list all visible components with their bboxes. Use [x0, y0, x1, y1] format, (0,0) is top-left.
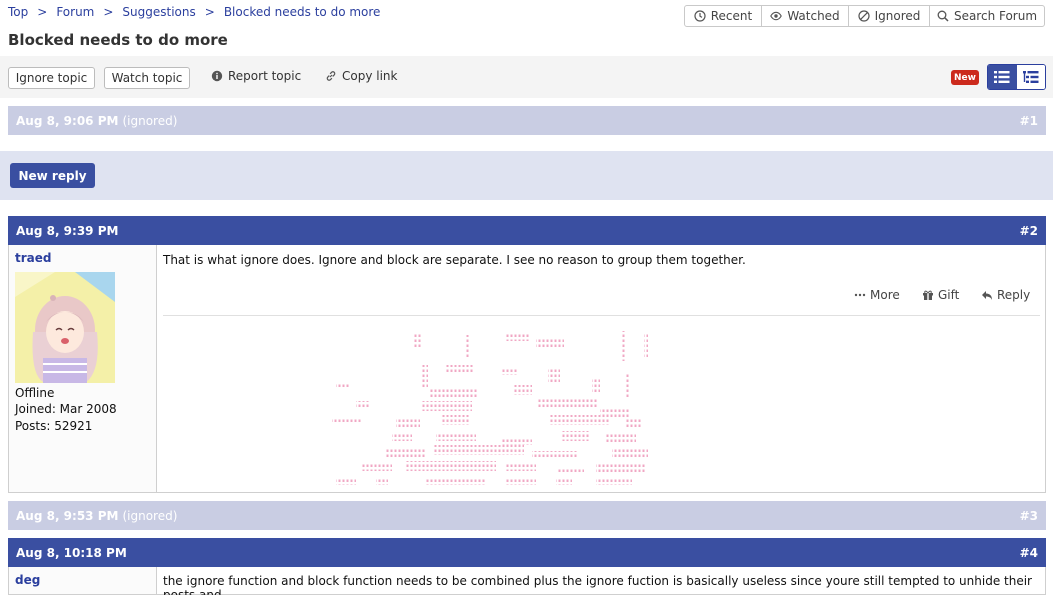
clock-icon — [694, 10, 706, 22]
reply-arrow-icon — [982, 291, 992, 300]
breadcrumb: Top > Forum > Suggestions > Blocked need… — [8, 5, 380, 19]
more-button[interactable]: More — [854, 288, 900, 302]
post-timestamp: Aug 8, 9:39 PM — [16, 223, 119, 238]
copy-link-link[interactable]: Copy link — [325, 69, 397, 83]
author-panel: traed Offline Joined: Mar 2008 Posts: 52… — [9, 245, 157, 492]
avatar[interactable] — [15, 272, 115, 383]
breadcrumb-forum[interactable]: Forum — [56, 5, 94, 19]
signature-divider — [163, 315, 1040, 316]
breadcrumb-separator: > — [204, 5, 215, 19]
eye-icon — [770, 11, 783, 21]
post-header-1[interactable]: Aug 8, 9:06 PM (ignored) #1 — [8, 106, 1046, 135]
recent-label: Recent — [710, 9, 753, 23]
breadcrumb-separator: > — [103, 5, 114, 19]
report-topic-link[interactable]: Report topic — [211, 69, 301, 83]
post-timestamp: Aug 8, 10:18 PM — [16, 545, 127, 560]
post-number[interactable]: #4 — [1020, 546, 1038, 560]
recent-button[interactable]: Recent — [685, 6, 762, 26]
post-header-4: Aug 8, 10:18 PM #4 — [8, 538, 1046, 567]
topic-action-bar: Ignore topic Watch topic Report topic Co… — [0, 56, 1053, 98]
view-mode-toggle — [987, 64, 1046, 90]
watched-label: Watched — [787, 9, 840, 23]
author-name[interactable]: deg — [15, 573, 40, 587]
reply-toolbar: New reply — [0, 151, 1053, 200]
new-badge[interactable]: New — [951, 70, 979, 85]
post-timestamp: Aug 8, 9:06 PM — [16, 113, 119, 128]
gift-button[interactable]: Gift — [922, 288, 959, 302]
author-joined: Joined: Mar 2008 — [15, 402, 117, 416]
post-meta: Aug 8, 9:53 PM (ignored) — [16, 509, 177, 523]
more-label: More — [870, 288, 900, 302]
post-meta: Aug 8, 9:06 PM (ignored) — [16, 114, 177, 128]
watched-button[interactable]: Watched — [762, 6, 849, 26]
ignored-label: Ignored — [874, 9, 921, 23]
reply-button[interactable]: Reply — [981, 288, 1030, 302]
author-panel: deg — [9, 567, 157, 594]
gift-label: Gift — [938, 288, 960, 302]
post-number[interactable]: #1 — [1020, 114, 1038, 128]
breadcrumb-separator: > — [37, 5, 48, 19]
post-content: That is what ignore does. Ignore and blo… — [163, 253, 746, 267]
author-post-count: Posts: 52921 — [15, 419, 93, 433]
copy-link-label: Copy link — [342, 69, 398, 83]
page-title: Blocked needs to do more — [8, 31, 228, 49]
ban-icon — [858, 10, 870, 22]
post-timestamp: Aug 8, 9:53 PM — [16, 508, 119, 523]
search-icon — [937, 10, 949, 22]
gift-icon — [923, 290, 933, 300]
report-topic-label: Report topic — [228, 69, 302, 83]
list-icon — [994, 71, 1010, 83]
new-reply-button[interactable]: New reply — [10, 163, 95, 188]
link-icon — [326, 71, 336, 81]
breadcrumb-suggestions[interactable]: Suggestions — [122, 5, 195, 19]
breadcrumb-current[interactable]: Blocked needs to do more — [224, 5, 381, 19]
tree-list-icon — [1022, 71, 1039, 83]
post-content: the ignore function and block function n… — [163, 574, 1032, 595]
ignored-button[interactable]: Ignored — [849, 6, 930, 26]
breadcrumb-top[interactable]: Top — [8, 5, 28, 19]
post-header-3[interactable]: Aug 8, 9:53 PM (ignored) #3 — [8, 501, 1046, 530]
post-header-2: Aug 8, 9:39 PM #2 — [8, 216, 1046, 245]
post-4: deg the ignore function and block functi… — [8, 567, 1046, 595]
search-forum-label: Search Forum — [953, 9, 1038, 23]
post-2: traed Offline Joined: Mar 2008 Posts: 52… — [8, 245, 1046, 493]
watch-topic-button[interactable]: Watch topic — [104, 67, 190, 89]
signature-ascii-art — [332, 331, 648, 485]
flat-view-button[interactable] — [988, 65, 1017, 89]
post-number[interactable]: #3 — [1020, 509, 1038, 523]
author-name[interactable]: traed — [15, 251, 51, 265]
ignore-topic-button[interactable]: Ignore topic — [8, 67, 95, 89]
forum-nav: Recent Watched Ignored Search Forum — [684, 5, 1045, 27]
ignored-status: (ignored) — [122, 113, 178, 128]
post-number[interactable]: #2 — [1020, 224, 1038, 238]
reply-label: Reply — [997, 288, 1031, 302]
author-presence: Offline — [15, 386, 55, 400]
info-icon — [211, 70, 223, 82]
search-forum-button[interactable]: Search Forum — [930, 6, 1044, 26]
threaded-view-button[interactable] — [1016, 65, 1045, 89]
ellipsis-icon — [854, 293, 866, 297]
ignored-status: (ignored) — [122, 508, 178, 523]
